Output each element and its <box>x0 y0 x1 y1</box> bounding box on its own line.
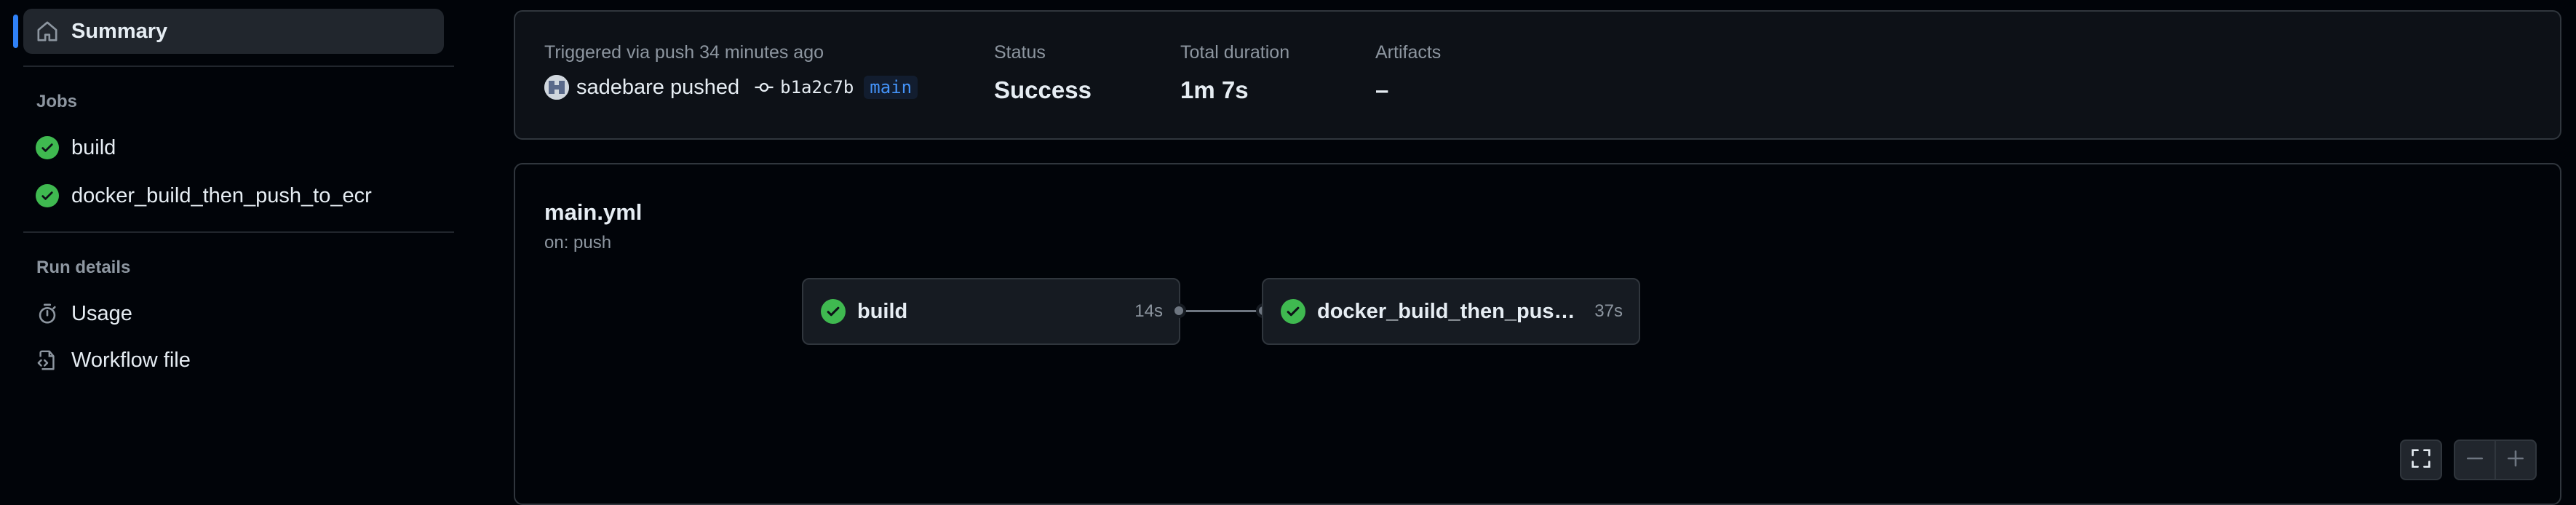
status-label: Status <box>994 42 1046 63</box>
avatar[interactable] <box>544 75 569 100</box>
workflow-trigger: on: push <box>544 233 612 252</box>
workflow-graph-card: main.yml on: push build 14s docker_build… <box>514 163 2561 505</box>
trigger-text: Triggered via push 34 minutes ago <box>544 42 824 63</box>
plus-icon <box>2506 449 2525 472</box>
check-circle-icon <box>35 135 60 160</box>
jobs-heading: Jobs <box>36 92 78 111</box>
check-circle-icon <box>821 299 846 324</box>
sidebar-item-usage[interactable]: Usage <box>23 291 444 336</box>
sidebar-item-workflow-file[interactable]: Workflow file <box>23 338 444 383</box>
status-section: Status Success <box>994 42 1092 104</box>
active-indicator <box>13 15 18 48</box>
check-circle-icon <box>1281 299 1305 324</box>
job-node-build[interactable]: build 14s <box>802 278 1180 345</box>
fullscreen-button[interactable] <box>2400 440 2442 480</box>
job-name: docker_build_then_push_to_ecr <box>1317 299 1586 323</box>
workflow-file-name[interactable]: main.yml <box>544 199 642 226</box>
connector-port <box>1172 303 1186 318</box>
sidebar-item-label: Usage <box>71 301 132 325</box>
job-duration: 14s <box>1134 301 1163 321</box>
sidebar-item-label: Summary <box>71 19 168 43</box>
run-summary-card: Triggered via push 34 minutes ago sadeba… <box>514 10 2561 140</box>
duration-value: 1m 7s <box>1180 76 1249 103</box>
minus-icon <box>2465 449 2484 472</box>
sidebar-item-docker-job[interactable]: docker_build_then_push_to_ecr <box>23 173 444 218</box>
sidebar-item-build[interactable]: build <box>23 125 444 170</box>
commit-sha-link[interactable]: b1a2c7b <box>780 77 854 98</box>
sidebar-item-label: build <box>71 135 116 159</box>
zoom-out-button[interactable] <box>2454 440 2496 480</box>
divider <box>23 231 454 233</box>
sidebar: Summary Jobs build docker_build_then_pus… <box>0 0 458 483</box>
divider <box>23 65 454 67</box>
job-duration: 37s <box>1594 301 1623 321</box>
duration-section: Total duration 1m 7s <box>1180 42 1289 104</box>
job-node-docker[interactable]: docker_build_then_push_to_ecr 37s <box>1262 278 1640 345</box>
duration-label: Total duration <box>1180 42 1290 63</box>
sidebar-item-summary[interactable]: Summary <box>13 9 444 54</box>
job-connector <box>1180 310 1265 312</box>
actor-link[interactable]: sadebare pushed <box>576 76 739 100</box>
branch-badge[interactable]: main <box>864 76 918 99</box>
trigger-info: Triggered via push 34 minutes ago sadeba… <box>544 42 918 100</box>
zoom-in-button[interactable] <box>2494 440 2537 480</box>
fullscreen-icon <box>2411 448 2431 472</box>
file-code-icon <box>35 348 60 373</box>
sidebar-item-label: Workflow file <box>71 348 191 372</box>
artifacts-section: Artifacts – <box>1375 42 1441 104</box>
stopwatch-icon <box>35 301 60 326</box>
run-details-heading: Run details <box>36 258 131 277</box>
status-value: Success <box>994 76 1092 103</box>
job-name: build <box>857 299 908 323</box>
check-circle-icon <box>35 183 60 208</box>
home-icon <box>35 19 60 44</box>
artifacts-value: – <box>1375 76 1389 103</box>
sidebar-item-label: docker_build_then_push_to_ecr <box>71 183 372 207</box>
artifacts-label: Artifacts <box>1375 42 1442 63</box>
git-commit-icon <box>754 80 774 95</box>
